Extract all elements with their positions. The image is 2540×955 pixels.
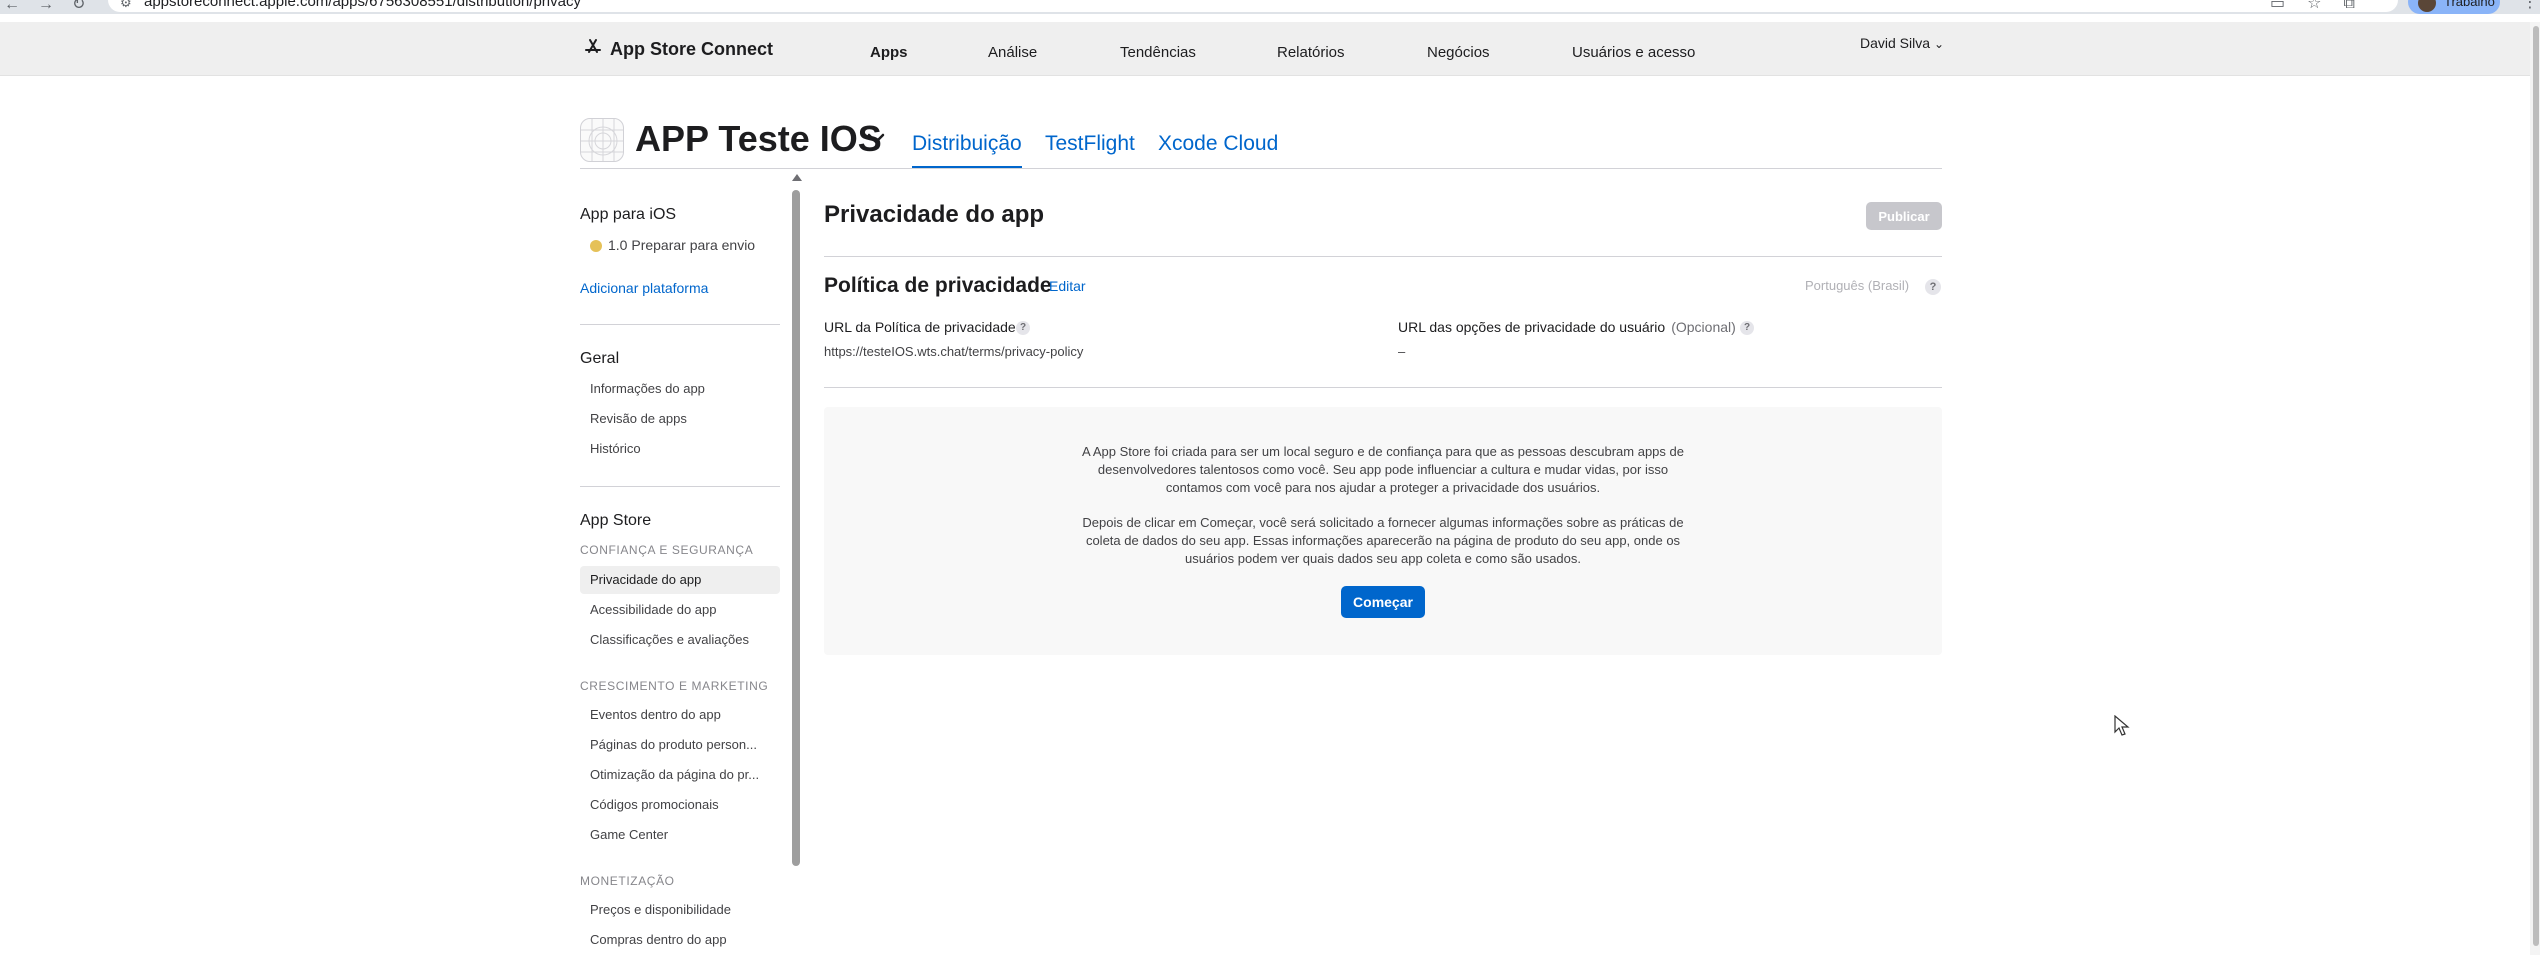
privacy-policy-title: Política de privacidade (824, 274, 1052, 297)
optional-label: (Opcional) (1671, 319, 1736, 335)
topnav-analytics[interactable]: Análise (988, 44, 1037, 61)
sidebar-item-in-app-events[interactable]: Eventos dentro do app (580, 701, 780, 729)
sidebar-item-app-review[interactable]: Revisão de apps (580, 405, 780, 433)
tab-distribution[interactable]: Distribuição (912, 132, 1022, 156)
profile-label: Trabalho (2444, 0, 2495, 9)
sidebar-item-accessibility[interactable]: Acessibilidade do app (580, 596, 780, 624)
publish-button[interactable]: Publicar (1866, 202, 1942, 230)
info-paragraph: A App Store foi criada para ser um local… (1082, 444, 1684, 495)
topnav-business[interactable]: Negócios (1427, 44, 1490, 61)
sidebar-general-heading: Geral (580, 350, 620, 367)
edit-link[interactable]: Editar (1049, 278, 1086, 294)
page-scrollbar-thumb[interactable] (2533, 26, 2539, 946)
sidebar-platform-heading: App para iOS (580, 206, 677, 223)
language-selector[interactable]: Português (Brasil) (1805, 278, 1909, 293)
status-pending-icon (590, 240, 602, 252)
topnav-reports[interactable]: Relatórios (1277, 44, 1345, 61)
brand-name[interactable]: App Store Connect (610, 39, 773, 60)
page-title: Privacidade do app (824, 201, 1045, 228)
site-info-icon[interactable]: ⚙ (120, 0, 132, 11)
browser-menu-icon[interactable]: ⋮ (2522, 0, 2538, 12)
sidebar-section-monetization: MONETIZAÇÃO (580, 874, 675, 888)
browser-nav-buttons[interactable]: ←→↻ (4, 0, 103, 14)
reload-icon[interactable]: ↻ (72, 0, 103, 13)
app-title[interactable]: APP Teste IOS (635, 118, 882, 160)
install-icon[interactable]: ▭ (2270, 0, 2307, 12)
tab-xcode-cloud[interactable]: Xcode Cloud (1158, 132, 1278, 156)
sidebar-divider (580, 486, 780, 487)
chevron-down-icon[interactable] (864, 126, 888, 150)
content-divider (824, 387, 1942, 388)
topnav-apps[interactable]: Apps (870, 44, 908, 61)
address-bar-url[interactable]: appstoreconnect.apple.com/apps/675630855… (144, 0, 581, 10)
topnav-users-access[interactable]: Usuários e acesso (1572, 44, 1695, 61)
sidebar-item-app-info[interactable]: Informações do app (580, 375, 780, 403)
sidebar-section-trust: CONFIANÇA E SEGURANÇA (580, 543, 754, 557)
app-store-connect-logo-icon[interactable] (583, 37, 603, 57)
sidebar-item-product-page-optimization[interactable]: Otimização da página do pr... (580, 761, 780, 789)
scroll-up-icon[interactable] (792, 174, 802, 181)
sidebar-item-game-center[interactable]: Game Center (580, 821, 780, 849)
sidebar-scrollbar-thumb[interactable] (792, 190, 800, 866)
app-placeholder-icon (580, 118, 624, 162)
chevron-down-icon: ⌄ (1934, 37, 1945, 51)
sidebar-item-promo-codes[interactable]: Códigos promocionais (580, 791, 780, 819)
browser-action-icons: ▭☆⧉ (2270, 0, 2377, 13)
start-button[interactable]: Começar (1341, 586, 1425, 618)
sidebar-item-ratings[interactable]: Classificações e avaliações (580, 626, 780, 654)
policy-url-label: URL da Política de privacidade (824, 319, 1016, 335)
info-paragraph: Depois de clicar em Começar, você será s… (1082, 515, 1684, 566)
user-choices-label-text: URL das opções de privacidade do usuário (1398, 319, 1666, 335)
sidebar-app-store-heading: App Store (580, 512, 652, 529)
sidebar-item-in-app-purchases[interactable]: Compras dentro do app (580, 926, 780, 954)
star-icon[interactable]: ☆ (2307, 0, 2343, 12)
sidebar-section-growth: CRESCIMENTO E MARKETING (580, 679, 769, 693)
sidebar-version-status[interactable]: 1.0 Preparar para envio (608, 237, 755, 253)
back-icon[interactable]: ← (4, 0, 38, 13)
extensions-icon[interactable]: ⧉ (2343, 0, 2376, 12)
help-icon[interactable]: ? (1925, 279, 1941, 295)
cursor-icon (2114, 715, 2130, 736)
top-navigation-bar (0, 22, 2530, 76)
user-choices-value: – (1398, 344, 1406, 359)
help-icon[interactable]: ? (1740, 321, 1754, 335)
forward-icon[interactable]: → (38, 0, 72, 13)
add-platform-link[interactable]: Adicionar plataforma (580, 280, 708, 296)
user-name: David Silva (1860, 35, 1931, 51)
topnav-trends[interactable]: Tendências (1120, 44, 1196, 61)
content-divider (824, 256, 1942, 257)
sidebar-item-custom-product-pages[interactable]: Páginas do produto person... (580, 731, 780, 759)
policy-url-value: https://testeIOS.wts.chat/terms/privacy-… (824, 344, 1084, 359)
sidebar-item-history[interactable]: Histórico (580, 435, 780, 463)
user-menu[interactable]: David Silva ⌄ (1860, 35, 1944, 51)
sidebar-item-app-privacy[interactable]: Privacidade do app (580, 566, 780, 594)
tab-testflight[interactable]: TestFlight (1045, 132, 1135, 156)
help-icon[interactable]: ? (1016, 321, 1030, 335)
sidebar-item-pricing[interactable]: Preços e disponibilidade (580, 896, 780, 924)
header-divider (580, 168, 1942, 169)
user-choices-label: URL das opções de privacidade do usuário… (1398, 319, 1736, 335)
sidebar-divider (580, 324, 780, 325)
